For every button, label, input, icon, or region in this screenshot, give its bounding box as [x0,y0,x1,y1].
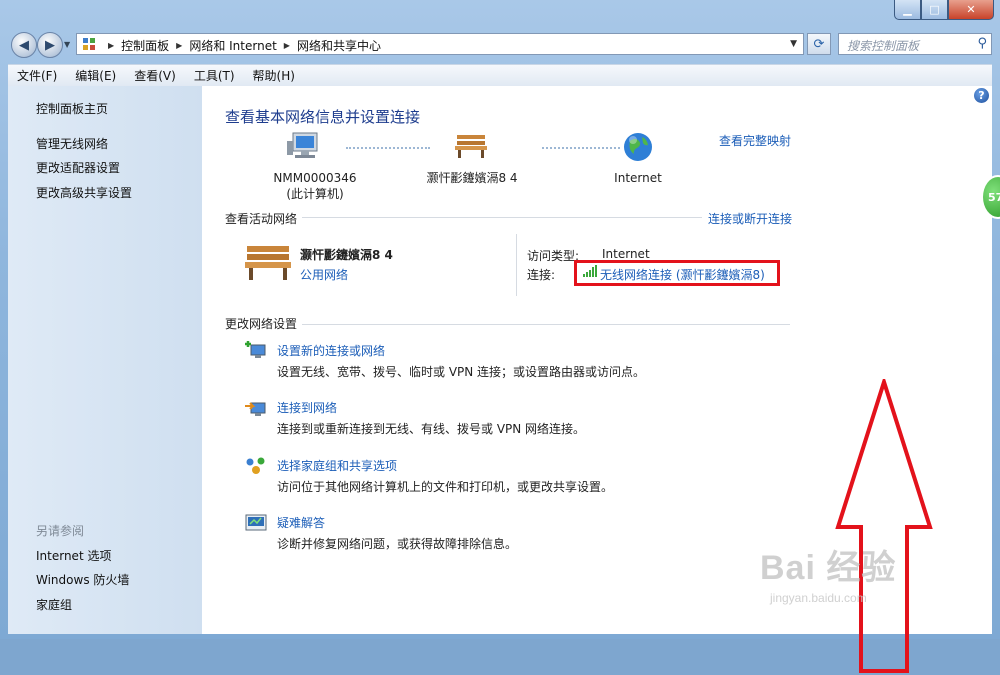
menu-help[interactable]: 帮助(H) [244,67,304,84]
address-bar[interactable]: ▶ 控制面板 ▶ 网络和 Internet ▶ 网络和共享中心 ▼ [76,33,804,55]
connect-network-icon [245,402,266,416]
address-dropdown-icon[interactable]: ▼ [790,39,797,49]
vertical-divider [516,234,517,296]
watermark-logo: Bai 经验 [760,549,897,587]
map-node-internet: Internet [600,170,676,186]
baidu-watermark: Bai 经验 jingyan.baidu.com [760,540,896,605]
network-type-link[interactable]: 公用网络 [300,266,348,283]
forward-button[interactable]: ▶ [37,32,63,58]
task-new-connection-desc: 设置无线、宽带、拨号、临时或 VPN 连接；或设置路由器或访问点。 [277,365,646,379]
maximize-button[interactable]: □ [921,0,948,20]
menu-file[interactable]: 文件(F) [8,67,66,84]
bench-icon [455,135,487,158]
view-full-map-link[interactable]: 查看完整映射 [719,132,791,149]
menu-edit[interactable]: 编辑(E) [66,67,125,84]
connection-label: 连接: [527,268,556,282]
breadcrumb-control-panel[interactable]: 控制面板 [121,37,169,54]
menu-bar: 文件(F) 编辑(E) 查看(V) 工具(T) 帮助(H) [8,64,992,86]
close-button[interactable]: ✕ [948,0,994,20]
map-connector-line [542,147,620,149]
page-title: 查看基本网络信息并设置连接 [225,108,421,126]
sidebar: 控制面板主页 管理无线网络 更改适配器设置 更改高级共享设置 另请参阅 Inte… [8,86,202,634]
task-homegroup-desc: 访问位于其他网络计算机上的文件和打印机，或更改共享设置。 [277,480,614,494]
task-troubleshoot-desc: 诊断并修复网络问题，或获得故障排除信息。 [277,537,518,551]
map-node-network-name: 灏忓彲鑳嬪滆8 4 [426,171,518,185]
task-new-connection-link[interactable]: 设置新的连接或网络 [277,342,385,359]
task-connect-network-desc: 连接到或重新连接到无线、有线、拨号或 VPN 网络连接。 [277,422,586,436]
highlight-box [574,260,780,286]
minimize-button[interactable]: ▁ [894,0,921,20]
globe-icon [624,133,652,161]
sidebar-item-manage-wireless[interactable]: 管理无线网络 [36,135,108,152]
change-settings-label: 更改网络设置 [225,317,298,331]
map-node-computer-sub: (此计算机) [286,187,344,201]
bench-icon [245,246,291,280]
computer-icon [287,132,318,158]
sidebar-item-adapter-settings[interactable]: 更改适配器设置 [36,159,120,176]
access-type-value: Internet [602,247,650,261]
task-connect-network-link[interactable]: 连接到网络 [277,399,337,416]
recent-pages-dropdown-icon[interactable]: ▼ [64,40,70,49]
back-button[interactable]: ◀ [11,32,37,58]
sidebar-item-internet-options[interactable]: Internet 选项 [36,547,111,564]
search-input[interactable]: 搜索控制面板 ⚲ [838,33,992,55]
task-homegroup-link[interactable]: 选择家庭组和共享选项 [277,457,397,474]
breadcrumb-separator-icon[interactable]: ▶ [284,41,290,50]
section-divider [302,324,790,325]
troubleshoot-icon [245,514,267,531]
homegroup-icon [246,457,265,474]
window-controls: ▁ □ ✕ [894,0,994,20]
menu-view[interactable]: 查看(V) [125,67,185,84]
map-node-network: 灏忓彲鑳嬪滆8 4 [412,170,532,186]
refresh-button[interactable]: ⟳ [807,33,831,55]
sidebar-item-homegroup[interactable]: 家庭组 [36,596,72,613]
connect-disconnect-link[interactable]: 连接或断开连接 [708,210,792,227]
sidebar-item-home[interactable]: 控制面板主页 [36,100,108,117]
breadcrumb-separator-icon[interactable]: ▶ [176,41,182,50]
active-network-name: 灏忓彲鑳嬪滆8 4 [300,248,393,262]
watermark-url: jingyan.baidu.com [770,591,867,605]
breadcrumb-separator-icon[interactable]: ▶ [108,41,114,50]
breadcrumb-network-sharing-center[interactable]: 网络和共享中心 [297,37,381,54]
see-also-title: 另请参阅 [36,524,85,538]
map-node-computer: NMM0000346 (此计算机) [260,170,370,202]
task-troubleshoot-link[interactable]: 疑难解答 [277,514,325,531]
map-connector-line [346,147,430,149]
map-node-internet-name: Internet [614,171,662,185]
search-placeholder: 搜索控制面板 [847,39,920,53]
search-icon[interactable]: ⚲ [977,36,987,51]
navigation-bar: ◀ ▶ ▼ ▶ 控制面板 ▶ 网络和 Internet ▶ 网络和共享中心 ▼ … [0,28,1000,60]
sidebar-item-windows-firewall[interactable]: Windows 防火墙 [36,571,129,588]
window-frame: ▁ □ ✕ ◀ ▶ ▼ ▶ 控制面板 ▶ 网络和 Internet ▶ 网络和共… [0,0,1000,673]
sidebar-item-advanced-sharing[interactable]: 更改高级共享设置 [36,184,132,201]
annotation-arrow-icon [835,379,933,673]
menu-tools[interactable]: 工具(T) [185,67,244,84]
new-connection-icon [245,341,266,358]
breadcrumb-network-internet[interactable]: 网络和 Internet [189,37,276,54]
breadcrumb: ▶ 控制面板 ▶ 网络和 Internet ▶ 网络和共享中心 [101,37,381,54]
section-divider [302,217,702,218]
access-type-label: 访问类型: [527,249,580,263]
control-panel-icon [83,38,95,50]
active-networks-label: 查看活动网络 [225,212,298,226]
help-icon[interactable]: ? [974,88,989,103]
map-node-computer-name: NMM0000346 [273,171,357,185]
